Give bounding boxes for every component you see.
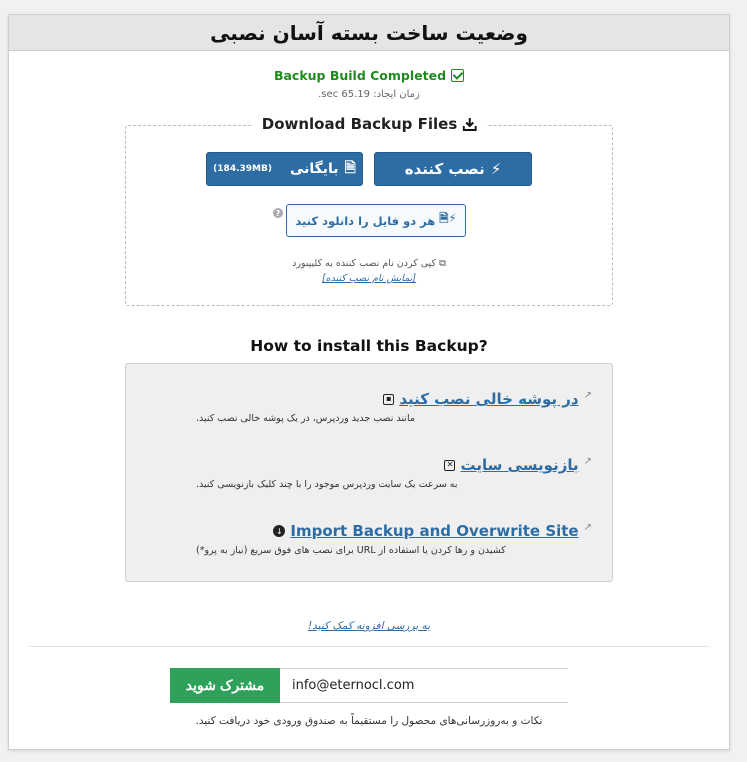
bolt-icon: ⚡ [490, 160, 502, 178]
download-both-label: هر دو فایل را دانلود کنید [295, 213, 436, 228]
save-icon: ▪ [383, 393, 395, 405]
panel-title: وضعیت ساخت بسته آسان نصبی [210, 20, 528, 45]
build-time: زمان ایجاد: 65.19 sec. [318, 89, 420, 100]
overwrite-icon: ✕ [444, 459, 456, 471]
subscribe-tips: نکات و به‌روزرسانی‌های محصول را مستقیماً… [195, 715, 543, 727]
import-icon: ↓ [273, 525, 286, 537]
build-status-panel: وضعیت ساخت بسته آسان نصبی Backup Build C… [8, 14, 730, 750]
install-option-overwrite: ✕ بازنویسی سایت ↗ به سرعت یک سایت وردپرس… [196, 456, 592, 490]
installer-label: نصب کننده [404, 160, 485, 178]
download-box: Download Backup Files ⚡ نصب کننده 🗎 بایگ… [125, 115, 613, 306]
overwrite-site-link[interactable]: بازنویسی سایت [460, 456, 578, 474]
archive-file-icon: 🗎 [344, 160, 356, 176]
option-desc: مانند نصب جدید وردپرس، در یک پوشه خالی ن… [196, 413, 415, 424]
bolt-file-icon: ⚡🗎 [439, 211, 457, 225]
status-line: Backup Build Completed [273, 68, 465, 83]
download-both-button[interactable]: ⚡🗎 هر دو فایل را دانلود کنید [286, 204, 466, 237]
install-title: How to install this Backup? [250, 337, 488, 355]
help-icon[interactable]: ? [273, 208, 283, 218]
feedback-link[interactable]: به بررسی افزونه کمک کنید! [9, 620, 729, 632]
archive-button[interactable]: 🗎 بایگانی (184.39MB) [206, 152, 363, 186]
download-legend-text: Download Backup Files [261, 115, 458, 133]
build-status: Backup Build Completed زمان ایجاد: 65.19… [9, 65, 729, 100]
download-icon [462, 117, 477, 131]
external-link-icon: ↗ [583, 456, 592, 467]
external-link-icon: ↗ [583, 522, 592, 533]
check-icon [451, 69, 465, 82]
show-installer-name-link[interactable]: [نمایش نام نصب کننده] [126, 273, 612, 284]
archive-label: بایگانی [289, 161, 339, 177]
install-option-import: ↓ Import Backup and Overwrite Site ↗ کشی… [196, 522, 592, 556]
download-legend: Download Backup Files [251, 115, 487, 133]
panel-header: وضعیت ساخت بسته آسان نصبی [9, 15, 729, 51]
copy-text: کپی کردن نام نصب کننده به کلیپبورد [292, 258, 437, 269]
subscribe-form: مشترک شوید [170, 668, 568, 703]
archive-size: (184.39MB) [213, 164, 272, 174]
install-empty-folder-link[interactable]: در پوشه خالی نصب کنید [399, 390, 578, 408]
external-link-icon: ↗ [583, 390, 592, 401]
divider [29, 646, 709, 647]
copy-installer-name[interactable]: ⧉ کپی کردن نام نصب کننده به کلیپبورد [126, 258, 612, 269]
copy-icon: ⧉ [439, 258, 446, 269]
installer-button[interactable]: ⚡ نصب کننده [374, 152, 532, 186]
install-option-empty-folder: ▪ در پوشه خالی نصب کنید ↗ مانند نصب جدید… [196, 390, 592, 424]
import-overwrite-link[interactable]: Import Backup and Overwrite Site [290, 522, 578, 540]
option-desc: به سرعت یک سایت وردپرس موجود را با چند ک… [196, 479, 458, 490]
status-text: Backup Build Completed [273, 68, 447, 83]
option-desc: کشیدن و رها کردن یا استفاده از URL برای … [196, 545, 506, 556]
install-options-box: ▪ در پوشه خالی نصب کنید ↗ مانند نصب جدید… [125, 363, 613, 582]
subscribe-button[interactable]: مشترک شوید [170, 668, 280, 703]
email-input[interactable] [280, 668, 568, 703]
